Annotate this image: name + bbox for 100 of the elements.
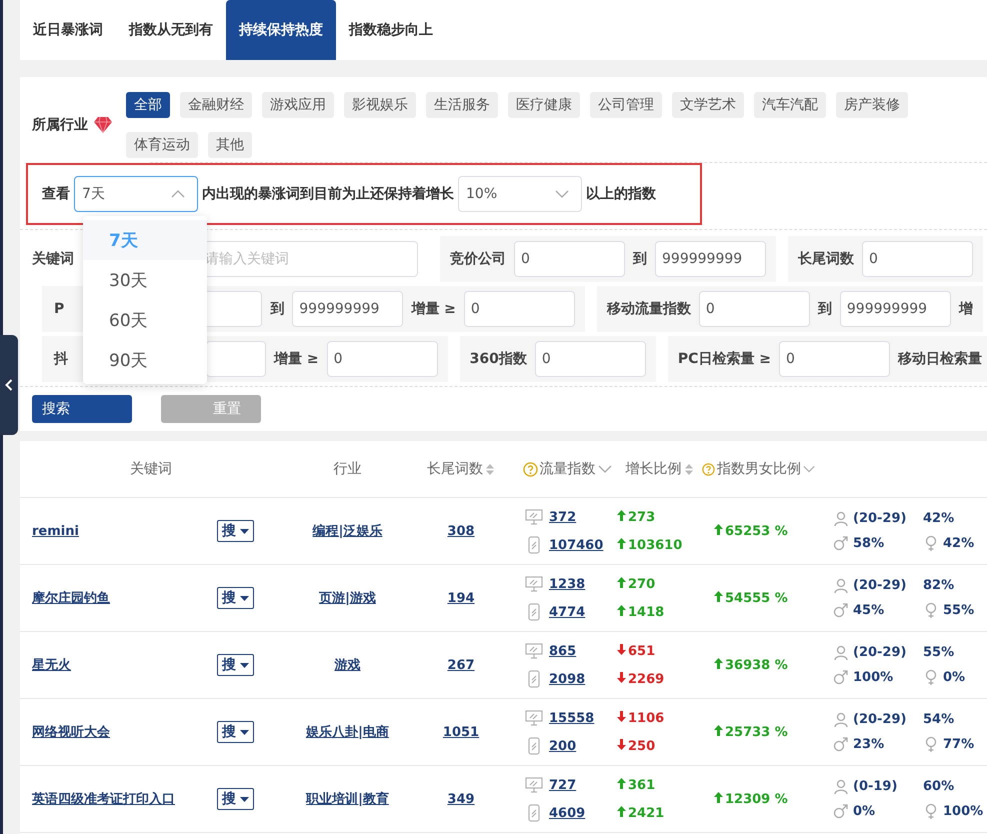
search-select[interactable]: 搜 [217,788,254,810]
industry-tag[interactable]: 文学艺术 [672,92,744,118]
person-icon [833,510,849,526]
female-percent: 0% [943,670,966,684]
column-header: 指数男女比例 [716,460,801,478]
search-select[interactable]: 搜 [217,587,254,609]
industry-tag[interactable]: 全部 [126,92,170,118]
longtail-count-link[interactable]: 194 [447,590,475,606]
field-label: 竞价公司 [450,250,506,268]
input-field[interactable]: 0 [862,241,973,277]
keyword-link[interactable]: 网络视听大会 [32,725,110,740]
age-group: (20-29) [853,578,919,593]
industry-tag[interactable]: 影视娱乐 [344,92,416,118]
period-select[interactable]: 7天 [74,176,198,212]
field-label: 360指数 [470,350,527,368]
search-select[interactable]: 搜 [217,721,254,743]
field-label: 到 [818,300,832,318]
growth-ratio: 25733 % [702,725,788,740]
pc-index-link[interactable]: 1238 [549,576,586,592]
female-percent: 55% [943,602,976,618]
keyword-link[interactable]: 星无火 [32,658,71,673]
female-icon [923,802,939,820]
industry-link[interactable]: 游戏 [334,656,360,674]
input-field[interactable]: 0 [534,341,646,377]
industry-tag[interactable]: 房产装修 [836,92,908,118]
column-header: 流量指数 [540,460,596,478]
industry-tag[interactable]: 医疗健康 [508,92,580,118]
keyword-link[interactable]: 英语四级准考证打印入口 [32,792,175,807]
female-percent: 42% [943,536,976,550]
input-field[interactable]: 0 [464,291,575,327]
monitor-icon [525,643,543,659]
input-field[interactable]: 999999999 [840,291,951,327]
pc-index-link[interactable]: 372 [549,510,576,524]
search-button[interactable]: 搜索 [32,395,132,423]
search-select[interactable]: 搜 [217,520,254,542]
female-icon [923,736,939,752]
industry-tag[interactable]: 生活服务 [426,92,498,118]
up-arrow-icon [617,778,626,788]
pc-index-link[interactable]: 15558 [549,710,594,726]
industry-tag[interactable]: 公司管理 [590,92,662,118]
industry-link[interactable]: 娱乐八卦|电商 [306,723,389,741]
input-field[interactable]: 0 [326,341,438,377]
growth-ratio: 12309 % [702,792,788,807]
keyword-link[interactable]: 摩尔庄园钓鱼 [32,591,110,606]
industry-tag[interactable]: 游戏应用 [262,92,334,118]
index-change: 270 [617,576,656,592]
mobile-index-link[interactable]: 2098 [549,672,586,686]
chevron-up-icon [171,190,185,198]
index-change: 273 [617,510,656,524]
input-field[interactable]: 999999999 [655,241,766,277]
field-label: 长尾词数 [798,250,854,268]
collapse-tab[interactable] [0,335,18,435]
help-icon [702,462,715,476]
search-select[interactable]: 搜 [217,654,254,676]
dropdown-option[interactable]: 90天 [83,340,207,380]
dropdown-option[interactable]: 60天 [83,300,207,340]
industry-tag[interactable]: 体育运动 [126,132,198,158]
keyword-link[interactable]: remini [32,524,79,539]
mobile-index-link[interactable]: 4609 [549,806,586,820]
input-field[interactable]: 0 [778,341,890,377]
up-arrow-icon [617,806,626,816]
male-percent: 23% [853,736,886,752]
input-field[interactable]: 0 [698,291,810,327]
industry-tag[interactable]: 金融财经 [180,92,252,118]
industry-link[interactable]: 页游|游戏 [319,589,376,607]
longtail-count-link[interactable]: 349 [447,792,475,806]
input-field[interactable]: 0 [514,241,625,277]
longtail-count-link[interactable]: 308 [447,524,475,538]
industry-link[interactable]: 职业培训|教育 [306,790,389,808]
caret-icon [240,596,249,600]
chevron-left-icon [5,379,13,391]
mobile-index-link[interactable]: 107460 [549,538,604,552]
filter-text: 内出现的暴涨词到目前为止还保持着增长 [202,185,454,203]
filter-text: 查看 [42,185,70,203]
female-icon [923,534,939,552]
pc-index-link[interactable]: 865 [549,644,576,658]
industry-tag[interactable]: 其他 [208,132,252,158]
longtail-count-link[interactable]: 1051 [442,724,480,740]
index-change: 1418 [617,604,664,620]
input-field[interactable]: 999999999 [292,291,404,327]
pc-index-link[interactable]: 727 [549,778,576,792]
index-change: 2269 [617,672,664,686]
longtail-count-link[interactable]: 267 [447,658,475,672]
tab[interactable]: 持续保持热度 [226,0,336,60]
help-icon [522,462,538,476]
female-percent: 77% [943,736,976,752]
mobile-index-link[interactable]: 4774 [549,604,586,620]
growth-select[interactable]: 10% [458,176,582,212]
dropdown-option[interactable]: 30天 [83,260,207,300]
sort-icon[interactable] [485,462,495,476]
input-field[interactable] [206,341,266,377]
person-icon [833,644,849,660]
field-label: 增 [958,300,973,318]
mobile-index-link[interactable]: 200 [549,738,576,754]
industry-tag[interactable]: 汽车汽配 [754,92,826,118]
monitor-icon [525,576,543,592]
index-change: 250 [617,738,656,754]
female-icon [923,602,939,618]
industry-link[interactable]: 编程|泛娱乐 [312,522,382,540]
sort-icon[interactable] [684,462,694,476]
